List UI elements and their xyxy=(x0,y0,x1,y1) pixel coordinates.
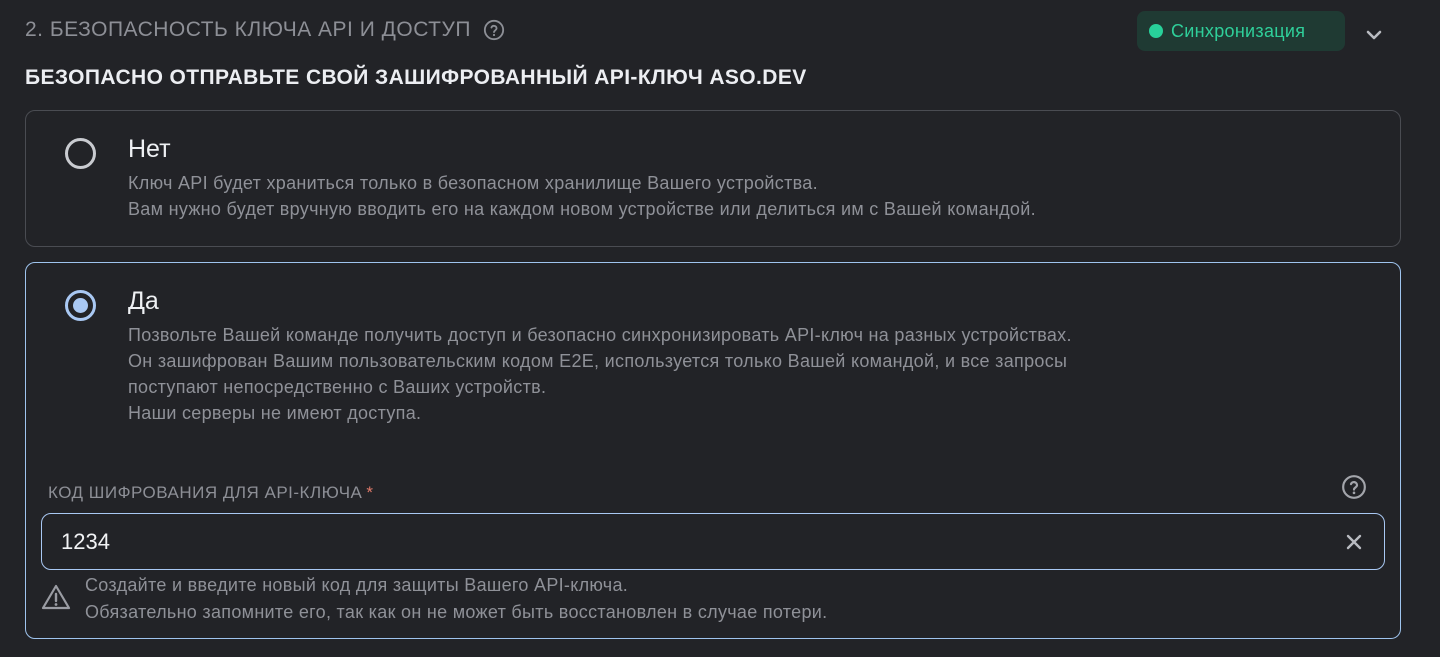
option-no-description: Ключ API будет храниться только в безопа… xyxy=(128,170,1036,222)
section-subtitle: БЕЗОПАСНО ОТПРАВЬТЕ СВОЙ ЗАШИФРОВАННЫЙ A… xyxy=(25,66,807,89)
option-yes-description-line: Наши серверы не имеют доступа. xyxy=(128,403,422,423)
section-title: 2. БЕЗОПАСНОСТЬ КЛЮЧА API И ДОСТУП xyxy=(25,18,471,41)
option-yes-description-line: Он зашифрован Вашим пользовательским код… xyxy=(128,351,1068,371)
option-no-description-line: Ключ API будет храниться только в безопа… xyxy=(128,173,818,193)
encryption-warning-text: Создайте и введите новый код для защиты … xyxy=(85,572,827,626)
sync-status-dot xyxy=(1149,24,1163,38)
warning-triangle-icon xyxy=(41,583,71,611)
warning-line: Создайте и введите новый код для защиты … xyxy=(85,575,629,595)
encryption-code-field[interactable] xyxy=(41,513,1385,570)
option-yes-description-line: Позвольте Вашей команде получить доступ … xyxy=(128,325,1072,345)
option-no-description-line: Вам нужно будет вручную вводить его на к… xyxy=(128,199,1036,219)
warning-line: Обязательно запомните его, так как он не… xyxy=(85,602,828,622)
encryption-code-input[interactable] xyxy=(42,513,1334,570)
radio-no[interactable] xyxy=(65,138,96,169)
api-key-security-section: 2. БЕЗОПАСНОСТЬ КЛЮЧА API И ДОСТУП Синхр… xyxy=(0,0,1440,657)
close-icon xyxy=(1346,534,1362,549)
option-no-card[interactable]: Нет Ключ API будет храниться только в бе… xyxy=(25,110,1401,247)
section-header[interactable]: 2. БЕЗОПАСНОСТЬ КЛЮЧА API И ДОСТУП xyxy=(25,18,505,42)
radio-yes[interactable] xyxy=(65,290,96,321)
chevron-down-icon[interactable] xyxy=(1363,24,1385,46)
option-yes-card[interactable]: Да Позвольте Вашей команде получить дост… xyxy=(25,262,1401,639)
option-no-title: Нет xyxy=(128,135,171,163)
sync-status-label: Синхронизация xyxy=(1171,20,1306,41)
required-mark: * xyxy=(366,483,374,502)
option-yes-title: Да xyxy=(128,287,159,315)
encryption-code-label: КОД ШИФРОВАНИЯ ДЛЯ API-КЛЮЧА * xyxy=(48,483,374,503)
encryption-code-label-text: КОД ШИФРОВАНИЯ ДЛЯ API-КЛЮЧА xyxy=(48,483,363,502)
clear-input-button[interactable] xyxy=(1334,522,1374,562)
question-circle-icon[interactable] xyxy=(1341,474,1367,500)
option-yes-description-line: поступают непосредственно с Ваших устрой… xyxy=(128,377,547,397)
option-yes-description: Позвольте Вашей команде получить доступ … xyxy=(128,322,1072,426)
question-circle-icon[interactable] xyxy=(483,19,505,41)
sync-status-badge: Синхронизация xyxy=(1137,11,1345,51)
